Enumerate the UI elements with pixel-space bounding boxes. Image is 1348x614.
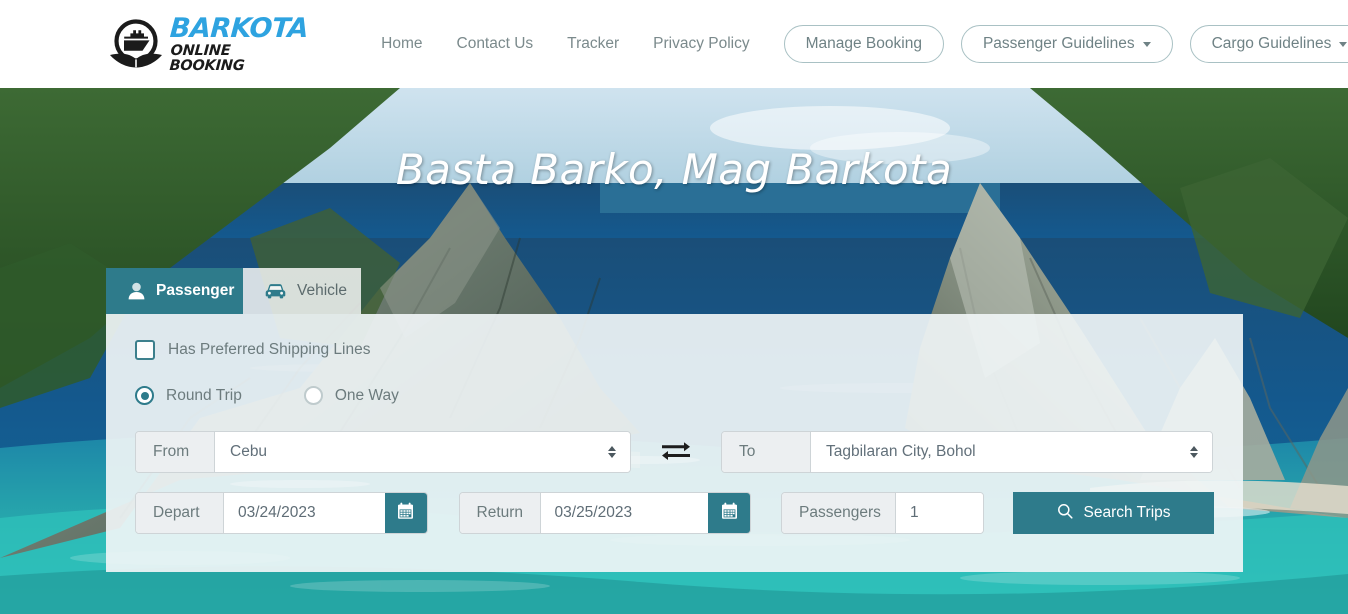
from-select[interactable]: Cebu	[215, 432, 630, 472]
passenger-guidelines-label: Passenger Guidelines	[982, 35, 1135, 52]
select-spinner-icon	[608, 446, 616, 458]
depart-calendar-button[interactable]	[384, 493, 427, 533]
manage-booking-label: Manage Booking	[805, 35, 922, 52]
tab-passenger[interactable]: Passenger	[106, 268, 243, 314]
chevron-down-icon	[1142, 41, 1151, 47]
booking-tabs: Passenger Vehicle	[106, 268, 1243, 314]
depart-label: Depart	[136, 493, 224, 533]
to-select[interactable]: Tagbilaran City, Bohol	[811, 432, 1212, 472]
swap-origin-destination-button[interactable]	[631, 439, 721, 466]
preferred-lines-checkbox[interactable]	[135, 340, 155, 360]
preferred-lines-label[interactable]: Has Preferred Shipping Lines	[168, 341, 370, 359]
search-icon	[1057, 503, 1073, 524]
passengers-label: Passengers	[782, 493, 897, 533]
search-trips-label: Search Trips	[1083, 504, 1171, 521]
passengers-field-group: Passengers 1	[781, 492, 985, 534]
cargo-guidelines-label: Cargo Guidelines	[1211, 35, 1332, 52]
to-selected-value: Tagbilaran City, Bohol	[826, 443, 976, 460]
dates-row: Depart 03/24/2023 Return 03/25/2023 Pass…	[135, 492, 1214, 534]
return-date-input[interactable]: 03/25/2023	[540, 493, 709, 533]
radio-round-trip[interactable]: Round Trip	[135, 386, 242, 405]
calendar-icon	[721, 502, 738, 525]
nav-link-home[interactable]: Home	[364, 35, 439, 53]
manage-booking-button[interactable]: Manage Booking	[783, 25, 944, 63]
booking-panel: Has Preferred Shipping Lines Round Trip …	[106, 314, 1243, 572]
site-header: BARKOTA ONLINE BOOKING Home Contact Us T…	[0, 0, 1348, 88]
hero-tagline: Basta Barko, Mag Barkota	[395, 145, 953, 194]
tab-vehicle-label: Vehicle	[297, 282, 347, 299]
booking-widget: Passenger Vehicle Has Preferred Shipping…	[106, 268, 1243, 572]
depart-date-input[interactable]: 03/24/2023	[224, 493, 385, 533]
route-row: From Cebu To Tagbilaran City, Bohol	[135, 431, 1214, 473]
to-label: To	[722, 432, 811, 472]
tab-passenger-label: Passenger	[156, 282, 235, 299]
passenger-guidelines-button[interactable]: Passenger Guidelines	[960, 25, 1173, 63]
radio-round-trip-label: Round Trip	[166, 386, 242, 404]
return-field-group: Return 03/25/2023	[458, 492, 752, 534]
from-label: From	[136, 432, 215, 472]
chevron-down-icon	[1339, 41, 1348, 47]
swap-horizontal-icon	[661, 439, 691, 466]
from-selected-value: Cebu	[230, 443, 268, 460]
select-spinner-icon	[1190, 446, 1198, 458]
nav-link-contact-us[interactable]: Contact Us	[440, 35, 551, 53]
search-trips-button[interactable]: Search Trips	[1013, 492, 1214, 534]
ship-in-circle-logo-icon	[108, 17, 164, 71]
passengers-input[interactable]: 1	[896, 493, 984, 533]
brand-logo[interactable]: BARKOTA ONLINE BOOKING	[108, 13, 310, 74]
preferred-lines-row: Has Preferred Shipping Lines	[135, 340, 1214, 360]
radio-one-way-label: One Way	[334, 386, 399, 404]
depart-field-group: Depart 03/24/2023	[135, 492, 428, 534]
nav-link-tracker[interactable]: Tracker	[550, 35, 636, 53]
calendar-icon	[397, 502, 414, 525]
to-field-group: To Tagbilaran City, Bohol	[721, 431, 1213, 473]
nav-link-privacy-policy[interactable]: Privacy Policy	[636, 35, 766, 53]
car-icon	[265, 283, 286, 299]
radio-one-way[interactable]: One Way	[303, 386, 399, 405]
tab-vehicle[interactable]: Vehicle	[243, 268, 361, 314]
radio-round-trip-control[interactable]	[135, 386, 154, 405]
return-label: Return	[459, 493, 541, 533]
trip-type-row: Round Trip One Way	[135, 386, 1214, 405]
main-navigation: Home Contact Us Tracker Privacy Policy M…	[364, 25, 1348, 63]
hero-section: Basta Barko, Mag Barkota Passenger Vehic…	[0, 88, 1348, 614]
cargo-guidelines-button[interactable]: Cargo Guidelines	[1189, 25, 1348, 63]
from-field-group: From Cebu	[135, 431, 631, 473]
person-icon	[128, 282, 145, 300]
return-calendar-button[interactable]	[708, 493, 751, 533]
brand-name-top: BARKOTA	[168, 13, 310, 44]
brand-name-bottom: ONLINE BOOKING	[168, 43, 246, 74]
radio-one-way-control[interactable]	[303, 386, 323, 405]
